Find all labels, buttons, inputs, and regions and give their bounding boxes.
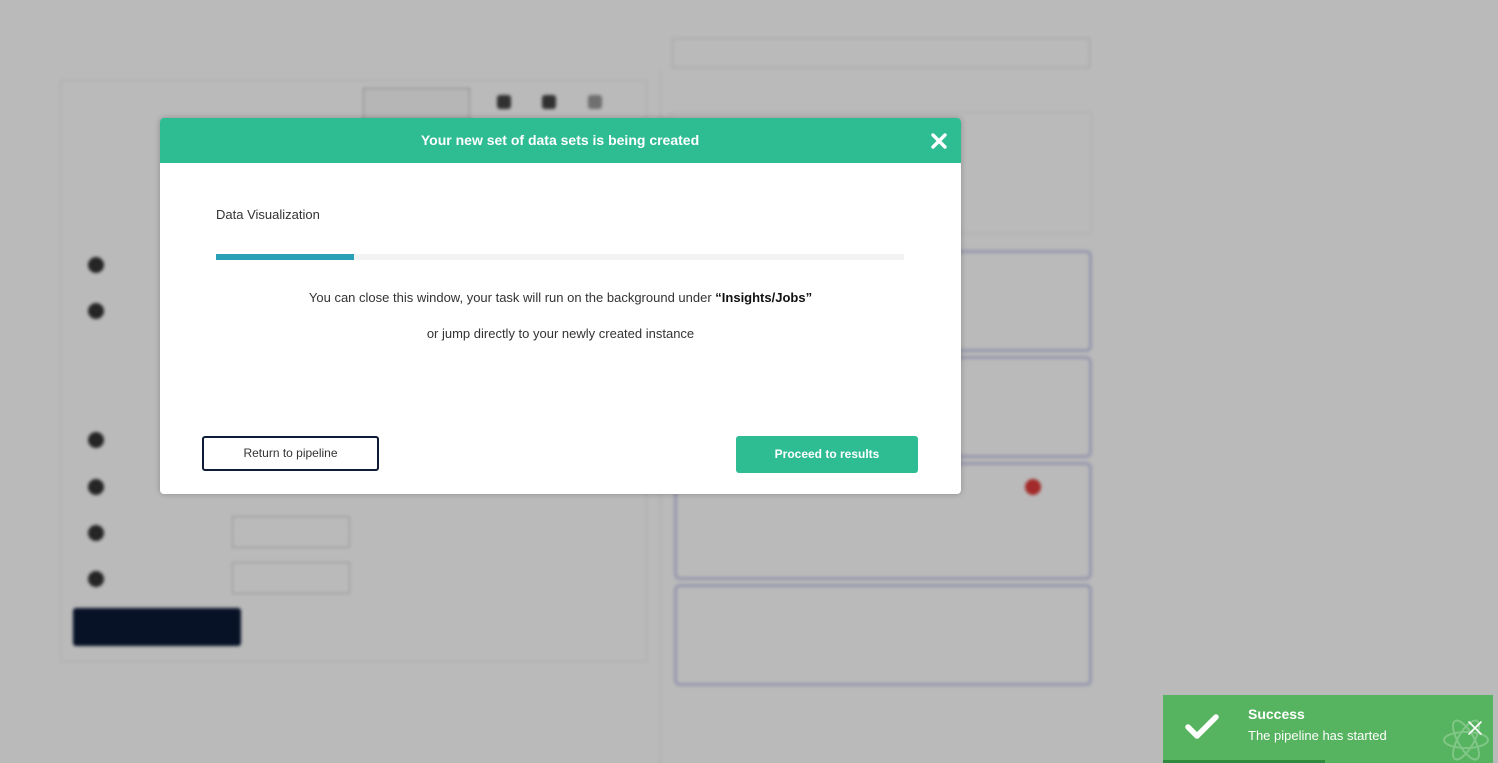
proceed-to-results-button[interactable]: Proceed to results: [736, 436, 918, 473]
progress-bar: [216, 254, 904, 260]
modal-header: Your new set of data sets is being creat…: [160, 118, 961, 163]
toast-title: Success: [1248, 706, 1305, 722]
message-location: “Insights/Jobs”: [715, 290, 813, 305]
jump-message: or jump directly to your newly created i…: [426, 326, 695, 341]
close-icon[interactable]: [928, 130, 950, 152]
close-icon[interactable]: [1467, 720, 1483, 736]
return-to-pipeline-button[interactable]: Return to pipeline: [202, 436, 379, 471]
creation-modal: Your new set of data sets is being creat…: [160, 118, 961, 494]
message-prefix: You can close this window, your task wil…: [308, 290, 716, 305]
success-toast: Success The pipeline has started: [1163, 695, 1493, 763]
decorative-atom-icon: [1443, 719, 1489, 761]
background-task-message: You can close this window, your task wil…: [160, 290, 961, 305]
checkmark-icon: [1185, 714, 1219, 739]
task-name: Data Visualization: [216, 207, 320, 222]
modal-title: Your new set of data sets is being creat…: [420, 132, 700, 148]
progress-fill: [216, 254, 354, 260]
toast-message: The pipeline has started: [1248, 728, 1387, 743]
